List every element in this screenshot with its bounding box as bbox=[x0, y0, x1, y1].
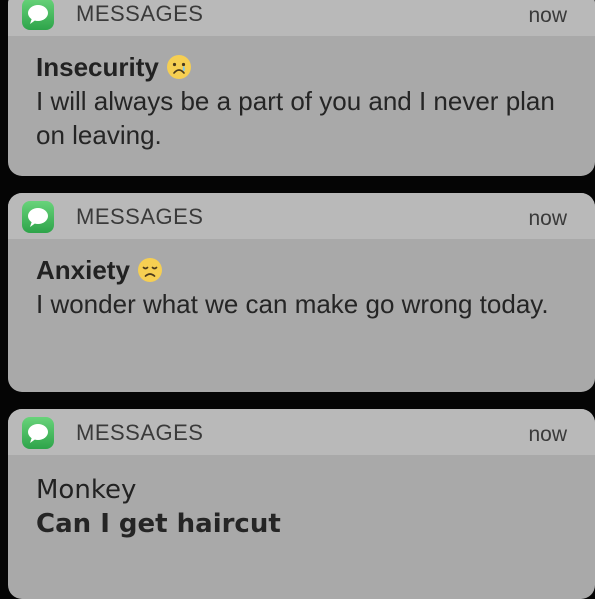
notification-message: Can I get haircut bbox=[36, 509, 281, 539]
app-name: MESSAGES bbox=[76, 204, 204, 229]
timestamp: now bbox=[528, 4, 567, 27]
messages-app-icon bbox=[22, 0, 54, 30]
notification-header: MESSAGES now bbox=[8, 409, 595, 455]
notification-title-text: Monkey bbox=[36, 475, 137, 505]
notification-body: Monkey Can I get haircut bbox=[8, 455, 595, 541]
notification-card-insecurity[interactable]: MESSAGES now Insecurity I will always be… bbox=[8, 0, 595, 176]
notification-message: I wonder what we can make go wrong today… bbox=[36, 289, 549, 319]
notification-title-text: Insecurity bbox=[36, 52, 159, 82]
notification-body: Anxiety I wonder what we can make go wro… bbox=[8, 239, 595, 321]
notification-title: Anxiety bbox=[36, 253, 575, 287]
disappointed-face-icon bbox=[136, 256, 164, 284]
notification-card-monkey[interactable]: MESSAGES now Monkey Can I get haircut bbox=[8, 409, 595, 599]
app-name: MESSAGES bbox=[76, 1, 204, 26]
app-name: MESSAGES bbox=[76, 420, 204, 445]
notification-header: MESSAGES now bbox=[8, 0, 595, 36]
crying-face-icon bbox=[165, 53, 193, 81]
timestamp: now bbox=[528, 207, 567, 230]
notification-title: Insecurity bbox=[36, 50, 575, 84]
timestamp: now bbox=[528, 423, 567, 446]
notification-card-anxiety[interactable]: MESSAGES now Anxiety I wonder what we ca… bbox=[8, 193, 595, 392]
messages-app-icon bbox=[22, 417, 54, 449]
notification-header: MESSAGES now bbox=[8, 193, 595, 239]
notification-body: Insecurity I will always be a part of yo… bbox=[8, 36, 595, 152]
notification-message: I will always be a part of you and I nev… bbox=[36, 86, 555, 150]
notification-title: Monkey bbox=[36, 473, 575, 507]
notification-title-text: Anxiety bbox=[36, 255, 130, 285]
messages-app-icon bbox=[22, 201, 54, 233]
